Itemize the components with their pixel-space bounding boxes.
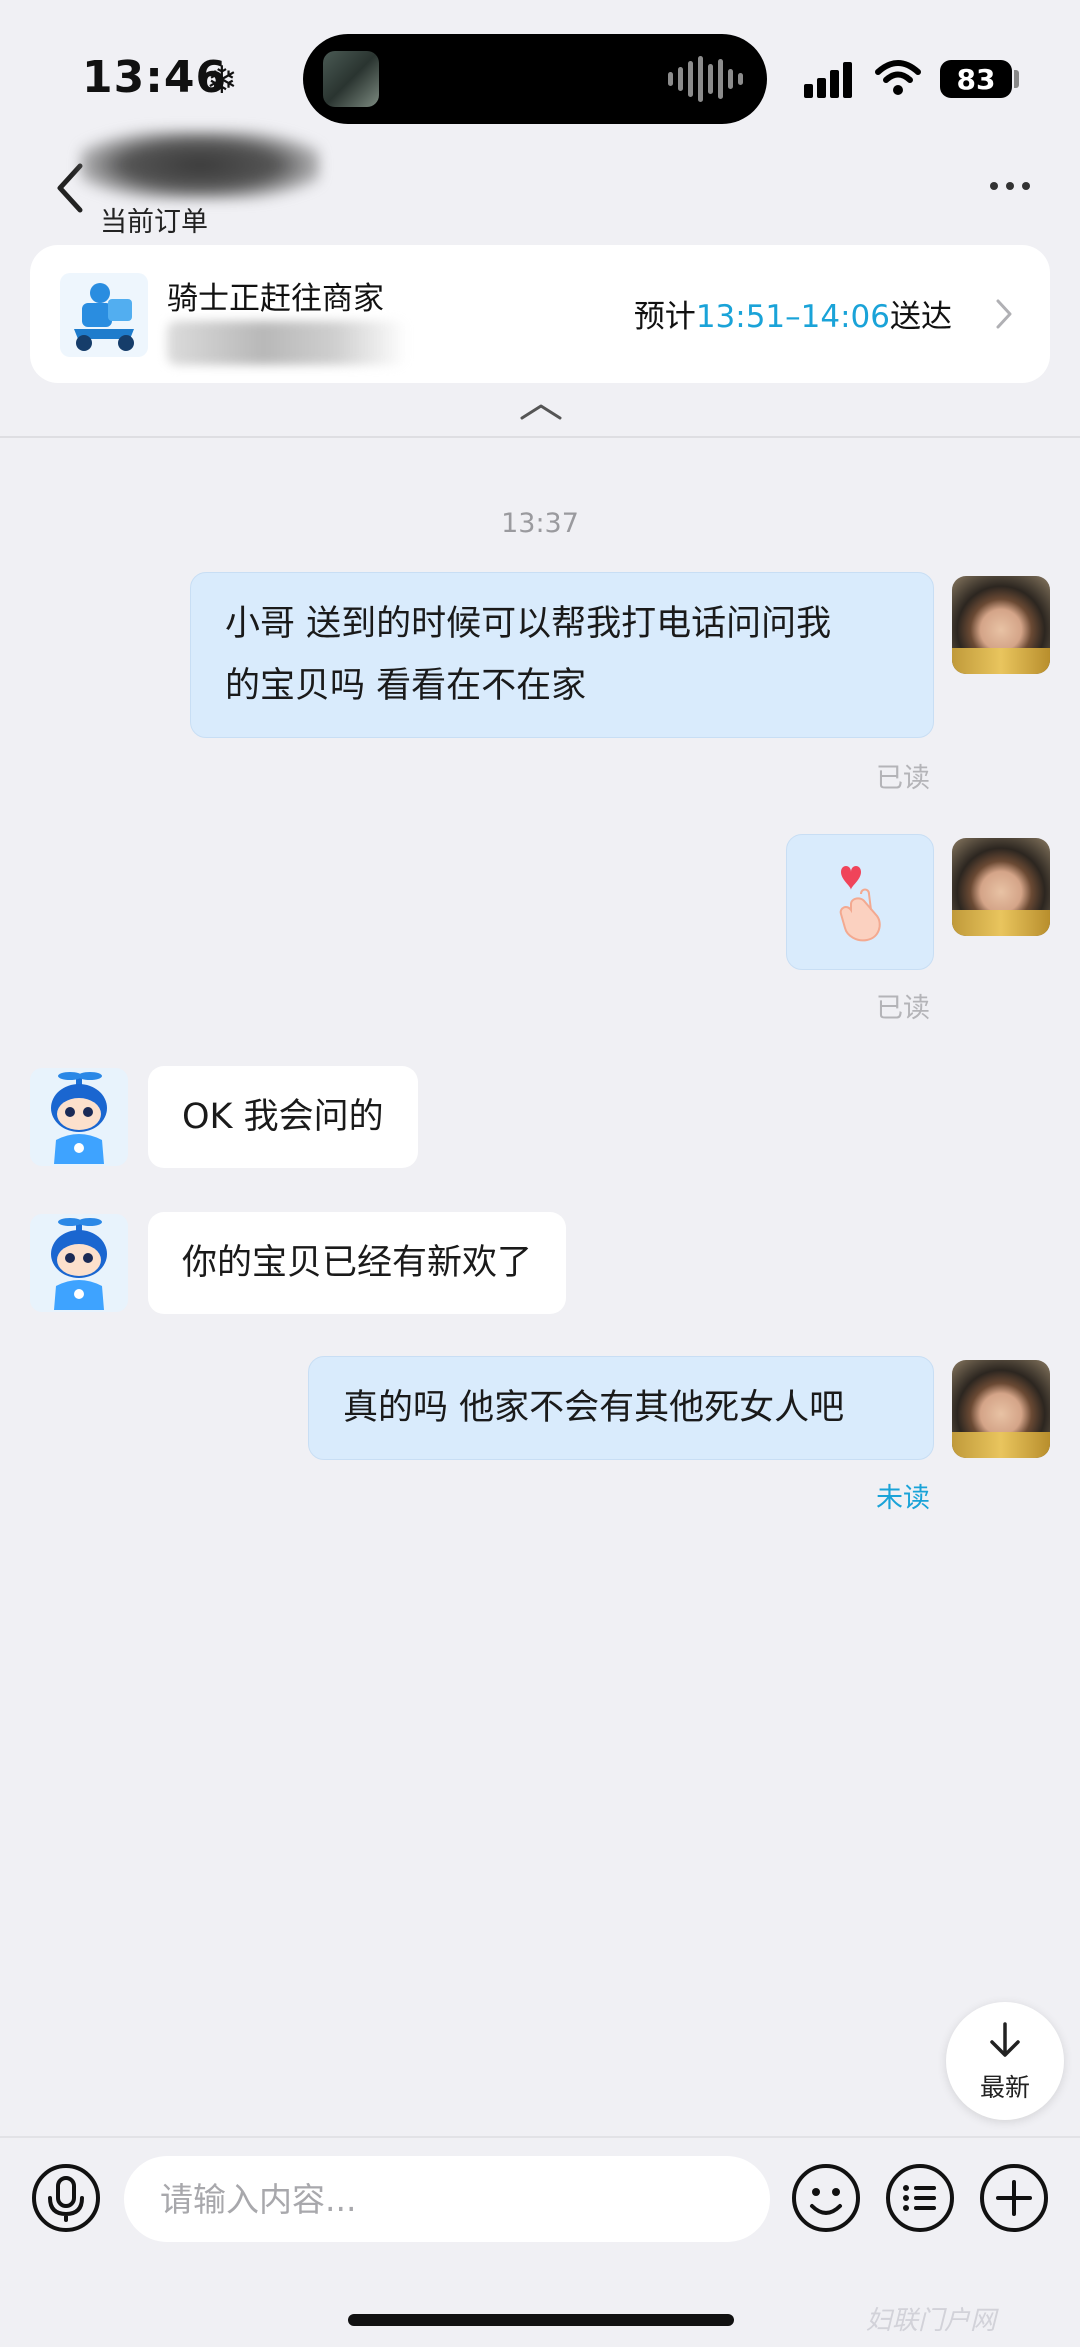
jump-to-latest-button[interactable]: 最新	[946, 2002, 1064, 2120]
eta-time-range: 13:51–14:06	[695, 299, 890, 335]
order-status-card[interactable]: 骑士正赶往商家 预计13:51–14:06送达	[30, 245, 1050, 383]
read-status: 已读	[876, 993, 930, 1024]
message-line: 小哥 送到的时候可以帮我打电话问问我	[225, 604, 832, 644]
message-bubble-sent[interactable]: 真的吗 他家不会有其他死女人吧	[308, 1356, 934, 1460]
cellular-signal-icon	[804, 58, 852, 98]
emoji-icon[interactable]	[790, 2162, 862, 2234]
media-thumbnail	[323, 51, 379, 107]
message-bubble-sticker[interactable]	[786, 834, 934, 970]
user-avatar[interactable]	[952, 1360, 1050, 1458]
chat-timestamp: 13:37	[501, 508, 579, 539]
unread-status: 未读	[876, 1483, 930, 1514]
collapse-chevron-up-icon[interactable]	[518, 400, 564, 424]
status-bar: 13:46 ❄ 83	[0, 0, 1080, 124]
arrow-down-icon	[990, 2022, 1020, 2057]
chevron-right-icon	[996, 299, 1012, 329]
message-input[interactable]	[124, 2156, 770, 2242]
delivery-scooter-icon	[60, 273, 148, 357]
battery-cap	[1014, 70, 1019, 88]
battery-icon: 83	[940, 60, 1012, 98]
eta-prefix: 预计	[633, 299, 696, 335]
quick-phrases-list-icon[interactable]	[884, 2162, 956, 2234]
audio-wave-icon	[668, 56, 743, 102]
message-bubble-received[interactable]: 你的宝贝已经有新欢了	[148, 1212, 567, 1314]
message-line: 的宝贝吗 看看在不在家	[225, 666, 587, 706]
home-indicator[interactable]	[348, 2314, 734, 2326]
user-avatar[interactable]	[952, 576, 1050, 674]
eta-suffix: 送达	[890, 299, 952, 335]
finger-heart-icon	[839, 866, 881, 942]
header-subtitle: 当前订单	[100, 207, 208, 238]
voice-input-icon[interactable]	[30, 2162, 102, 2234]
wifi-icon	[875, 60, 921, 95]
watermark: 妇联门户网	[866, 2306, 997, 2336]
input-divider	[0, 2136, 1080, 2138]
read-status: 已读	[876, 763, 930, 794]
header-divider	[0, 436, 1080, 438]
battery-level: 83	[956, 62, 996, 96]
redacted-store-name	[167, 321, 407, 365]
jump-to-latest-label: 最新	[979, 2073, 1030, 2102]
redacted-contact-name	[80, 130, 320, 200]
dynamic-island[interactable]	[303, 34, 767, 124]
add-more-icon[interactable]	[978, 2162, 1050, 2234]
rider-bot-avatar[interactable]	[30, 1214, 128, 1312]
more-options-icon[interactable]	[990, 182, 1030, 190]
user-avatar[interactable]	[952, 838, 1050, 936]
message-bubble-sent[interactable]: 小哥 送到的时候可以帮我打电话问问我 的宝贝吗 看看在不在家	[190, 572, 934, 738]
snowflake-icon: ❄	[206, 58, 238, 102]
rider-bot-avatar[interactable]	[30, 1068, 128, 1166]
message-bubble-received[interactable]: OK 我会问的	[148, 1066, 418, 1168]
order-eta: 预计13:51–14:06送达	[634, 291, 952, 336]
order-status-title: 骑士正赶往商家	[167, 281, 384, 317]
